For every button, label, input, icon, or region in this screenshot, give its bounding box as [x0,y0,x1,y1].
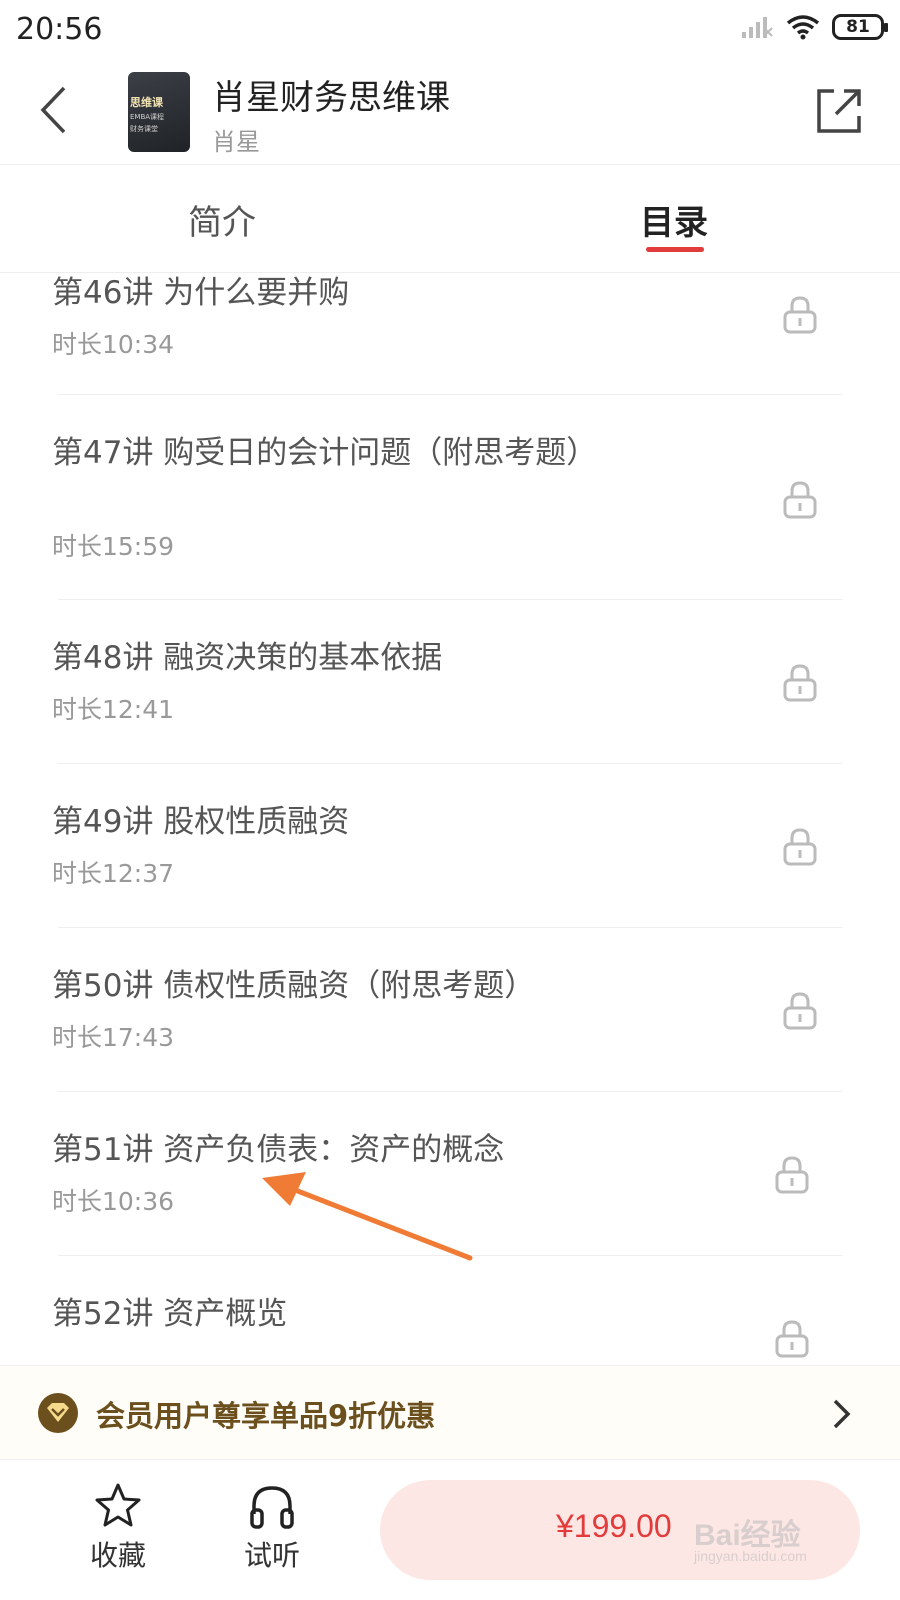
lock-icon [783,828,817,866]
cover-text: EMBA课程 [130,113,165,121]
baidu-watermark: Bai经验 jingyan.baidu.com [694,1510,854,1580]
share-button[interactable] [814,86,864,136]
price-label: ¥199.00 [556,1508,672,1544]
lock-icon [783,481,817,519]
lesson-duration: 时长15:59 [52,532,175,561]
lesson-duration: 时长10:34 [52,330,175,359]
tab-bar: 简介 目录 [0,165,900,273]
headphones-icon [250,1486,294,1529]
lesson-item[interactable]: 第46讲 为什么要并购 时长10:34 [0,273,900,395]
back-button[interactable] [28,80,78,140]
lesson-duration: 时长17:43 [52,1023,175,1052]
member-badge-icon [38,1393,78,1433]
star-icon [95,1483,141,1527]
lesson-title: 第46讲 为什么要并购 [52,275,350,311]
wifi-icon [786,15,820,40]
favorite-label: 收藏 [89,1539,146,1572]
chevron-left-icon [40,86,66,134]
chevron-right-icon [833,1399,851,1429]
watermark-url: jingyan.baidu.com [694,1548,807,1564]
active-tab-indicator [646,247,704,252]
battery-level: 81 [846,17,870,37]
lock-icon [775,1320,809,1358]
lesson-item[interactable]: 第52讲 资产概览 [0,1256,900,1365]
lesson-title: 第48讲 融资决策的基本依据 [52,640,443,676]
course-header: 思维课 EMBA课程 财务课堂 肖星财务思维课 肖星 [0,60,900,165]
member-discount-text: 会员用户尊享单品9折优惠 [96,1399,436,1433]
status-time: 20:56 [16,12,103,47]
trial-listen-label: 试听 [243,1539,300,1572]
lesson-item[interactable]: 第49讲 股权性质融资 时长12:37 [0,764,900,928]
lesson-item[interactable]: 第47讲 购受日的会计问题（附思考题） 时长15:59 [0,395,900,600]
lesson-item[interactable]: 第48讲 融资决策的基本依据 时长12:41 [0,600,900,764]
lesson-duration: 时长12:37 [52,859,175,888]
trial-listen-button[interactable]: 试听 [222,1482,322,1582]
favorite-button[interactable]: 收藏 [68,1482,168,1582]
share-icon [817,89,861,133]
lock-icon [783,296,817,334]
lock-icon [783,664,817,702]
lesson-duration: 时长10:36 [52,1187,175,1216]
status-icons: 81 [740,14,888,40]
course-author: 肖星 [212,128,260,156]
status-bar: 20:56 81 [0,0,900,60]
lesson-duration: 时长12:41 [52,695,175,724]
lesson-title: 第52讲 资产概览 [52,1296,288,1332]
lesson-item[interactable]: 第51讲 资产负债表：资产的概念 时长10:36 [0,1092,900,1256]
lock-icon [783,992,817,1030]
tab-catalog[interactable]: 目录 [640,195,708,244]
lock-icon [775,1156,809,1194]
cover-text: 思维课 [130,96,163,109]
lesson-list[interactable]: 第46讲 为什么要并购 时长10:34 第47讲 购受日的会计问题（附思考题） … [0,273,900,1365]
course-cover: 思维课 EMBA课程 财务课堂 [128,72,190,152]
tab-intro[interactable]: 简介 [188,195,256,244]
battery-icon: 81 [832,14,888,40]
signal-icon [742,17,773,38]
course-title: 肖星财务思维课 [212,78,450,118]
lesson-title: 第49讲 股权性质融资 [52,804,350,840]
lesson-item[interactable]: 第50讲 债权性质融资（附思考题） 时长17:43 [0,928,900,1092]
member-discount-banner[interactable]: 会员用户尊享单品9折优惠 [0,1365,900,1460]
lesson-title: 第47讲 购受日的会计问题（附思考题） [52,435,598,471]
lesson-title: 第50讲 债权性质融资（附思考题） [52,968,536,1004]
lesson-title: 第51讲 资产负债表：资产的概念 [52,1132,505,1168]
cover-text: 财务课堂 [130,125,158,133]
